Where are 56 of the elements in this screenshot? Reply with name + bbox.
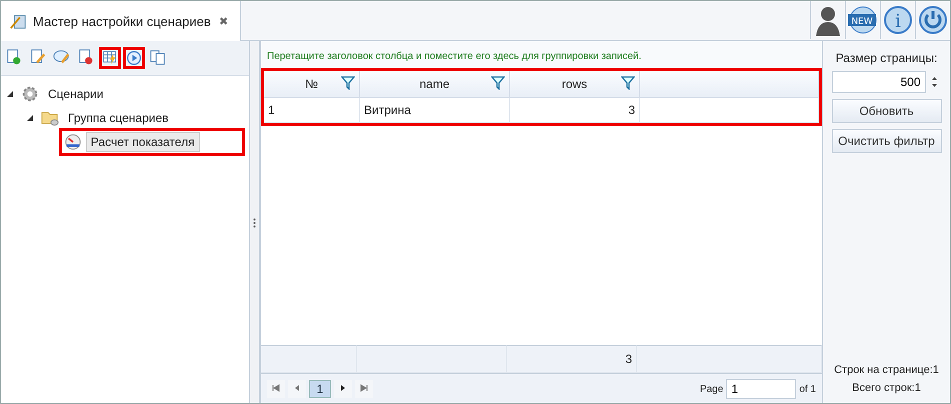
column-title: name [419,77,450,91]
column-header[interactable]: rows [510,71,640,98]
copy-icon [149,49,167,67]
table-cell: 3 [510,98,640,123]
close-icon[interactable]: ✖ [219,14,228,28]
user-silhouette-icon[interactable] [814,4,842,36]
gear-icon [21,85,39,103]
add-document-icon [5,49,23,67]
page-size-label: Размер страницы: [836,51,938,65]
tab-title: Мастер настройки сценариев [33,14,211,28]
tree-item[interactable]: Расчет показателя [86,132,200,152]
filter-icon[interactable] [621,76,635,90]
page-count: of 1 [799,384,816,394]
page-input[interactable]: 1 [726,379,796,399]
expand-arrow-icon[interactable] [25,113,35,123]
play-icon [126,49,142,67]
new-badge-icon[interactable]: NEW [847,5,879,35]
rows-on-page: Строк на странице:1 [834,364,939,376]
total-rows: Всего строк:1 [852,382,921,394]
group-hint: Перетащите заголовок столбца и поместите его здесь для группировки записей. [261,41,822,68]
next-icon [340,384,346,392]
toolbar-button[interactable] [99,47,121,69]
page-size-field[interactable]: 500 [832,71,926,93]
power-icon[interactable] [918,5,948,35]
toolbar-button[interactable] [123,47,145,69]
previous-page-button[interactable] [288,380,306,398]
expand-arrow-icon[interactable] [5,89,15,99]
filter-icon[interactable] [341,76,355,90]
grip-icon [253,218,256,228]
column-title: № [305,77,318,91]
wizard-icon [9,12,27,30]
page-number-button[interactable]: 1 [309,380,331,398]
tab[interactable]: Мастер настройки сценариев ✖ [1,1,241,41]
first-page-icon [272,384,280,392]
column-title: rows [562,77,588,91]
page-label: Page [700,384,724,394]
info-icon[interactable]: i [883,5,913,35]
remove-document-icon [77,49,95,67]
column-header[interactable]: № [264,71,360,98]
next-page-button[interactable] [334,380,352,398]
last-page-icon [360,384,368,392]
summary-cell: 3 [507,345,637,373]
action-button[interactable]: Обновить [832,99,942,123]
folder-icon [41,109,59,127]
column-header[interactable]: name [360,71,510,98]
last-page-button[interactable] [355,380,373,398]
gauge-icon [64,133,82,151]
table-cell: Витрина [360,98,510,123]
table-cell: 1 [264,98,360,123]
spin-arrows-icon[interactable] [931,75,938,89]
tree-item[interactable]: Сценарии [43,84,108,104]
first-page-button[interactable] [267,380,285,398]
filter-icon[interactable] [491,76,505,90]
previous-icon [294,384,300,392]
action-button[interactable]: Очистить фильтр [832,129,942,153]
tree-item[interactable]: Группа сценариев [63,108,174,128]
